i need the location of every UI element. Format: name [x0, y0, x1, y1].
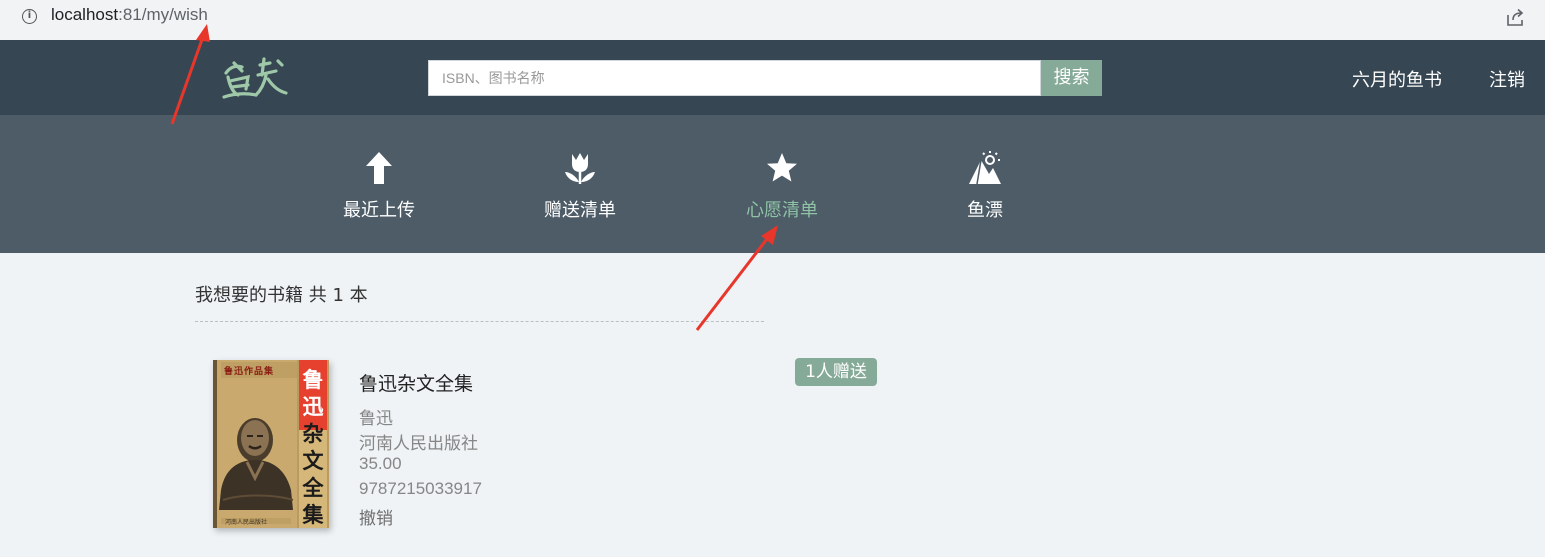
- tulip-icon: [565, 153, 595, 184]
- divider: [195, 321, 764, 322]
- site-info-icon[interactable]: i: [22, 9, 37, 24]
- book-isbn: 9787215033917: [359, 479, 482, 498]
- cover-title-char: 杂: [302, 422, 324, 446]
- nav-item-drift[interactable]: 鱼漂: [925, 115, 1045, 253]
- cover-title-char: 集: [302, 503, 324, 527]
- mountain-sun-icon: [969, 151, 1001, 185]
- book-cover[interactable]: 鲁迅作品集 鲁 迅 杂 文 全 集 河南人民出版社: [213, 360, 329, 528]
- cancel-wish-link[interactable]: 撤销: [359, 504, 393, 529]
- cover-title-char: 鲁: [302, 368, 324, 392]
- url-text[interactable]: localhost:81/my/wish: [51, 5, 208, 25]
- book-title[interactable]: 鲁迅杂文全集: [359, 369, 473, 396]
- fish-book-logo-icon[interactable]: [220, 53, 292, 101]
- url-path: :81/my/wish: [118, 5, 208, 24]
- cover-title-char: 迅: [302, 395, 324, 419]
- cover-series-text: 鲁迅作品集: [224, 367, 275, 377]
- site-header: ISBN、图书名称 搜索 六月的鱼书 注销: [0, 40, 1545, 115]
- nav-item-gift-list[interactable]: 赠送清单: [520, 115, 640, 253]
- wish-list-title: 我想要的书籍 共 1 本: [195, 285, 368, 306]
- gift-count-badge[interactable]: 1人赠送: [795, 358, 877, 386]
- cover-publisher-text: 河南人民出版社: [225, 519, 268, 526]
- book-author: 鲁迅: [359, 409, 393, 428]
- star-icon: [767, 153, 797, 182]
- book-publisher: 河南人民出版社: [359, 434, 478, 453]
- book-price: 35.00: [359, 454, 402, 473]
- nav-item-wish-list[interactable]: 心愿清单: [722, 115, 842, 253]
- nav-label: 心愿清单: [746, 200, 818, 221]
- url-host: localhost: [51, 5, 119, 24]
- nav-label: 鱼漂: [967, 200, 1003, 221]
- search-input[interactable]: ISBN、图书名称: [428, 60, 1041, 96]
- nav-label: 赠送清单: [544, 200, 616, 221]
- search-button[interactable]: 搜索: [1041, 60, 1102, 96]
- main-nav: 最近上传 赠送清单 心愿清单 鱼漂: [0, 115, 1545, 253]
- nav-label: 最近上传: [343, 200, 415, 221]
- address-bar[interactable]: [8, 2, 1545, 32]
- share-icon[interactable]: [1505, 6, 1527, 28]
- upload-arrow-icon: [366, 152, 392, 184]
- browser-url-bar: i localhost:81/my/wish: [0, 0, 1545, 40]
- nav-item-recent-uploads[interactable]: 最近上传: [319, 115, 439, 253]
- logout-link[interactable]: 注销: [1489, 66, 1525, 92]
- cover-title-char: 文: [302, 449, 324, 473]
- cover-title-char: 全: [302, 476, 324, 500]
- my-books-link[interactable]: 六月的鱼书: [1352, 66, 1442, 92]
